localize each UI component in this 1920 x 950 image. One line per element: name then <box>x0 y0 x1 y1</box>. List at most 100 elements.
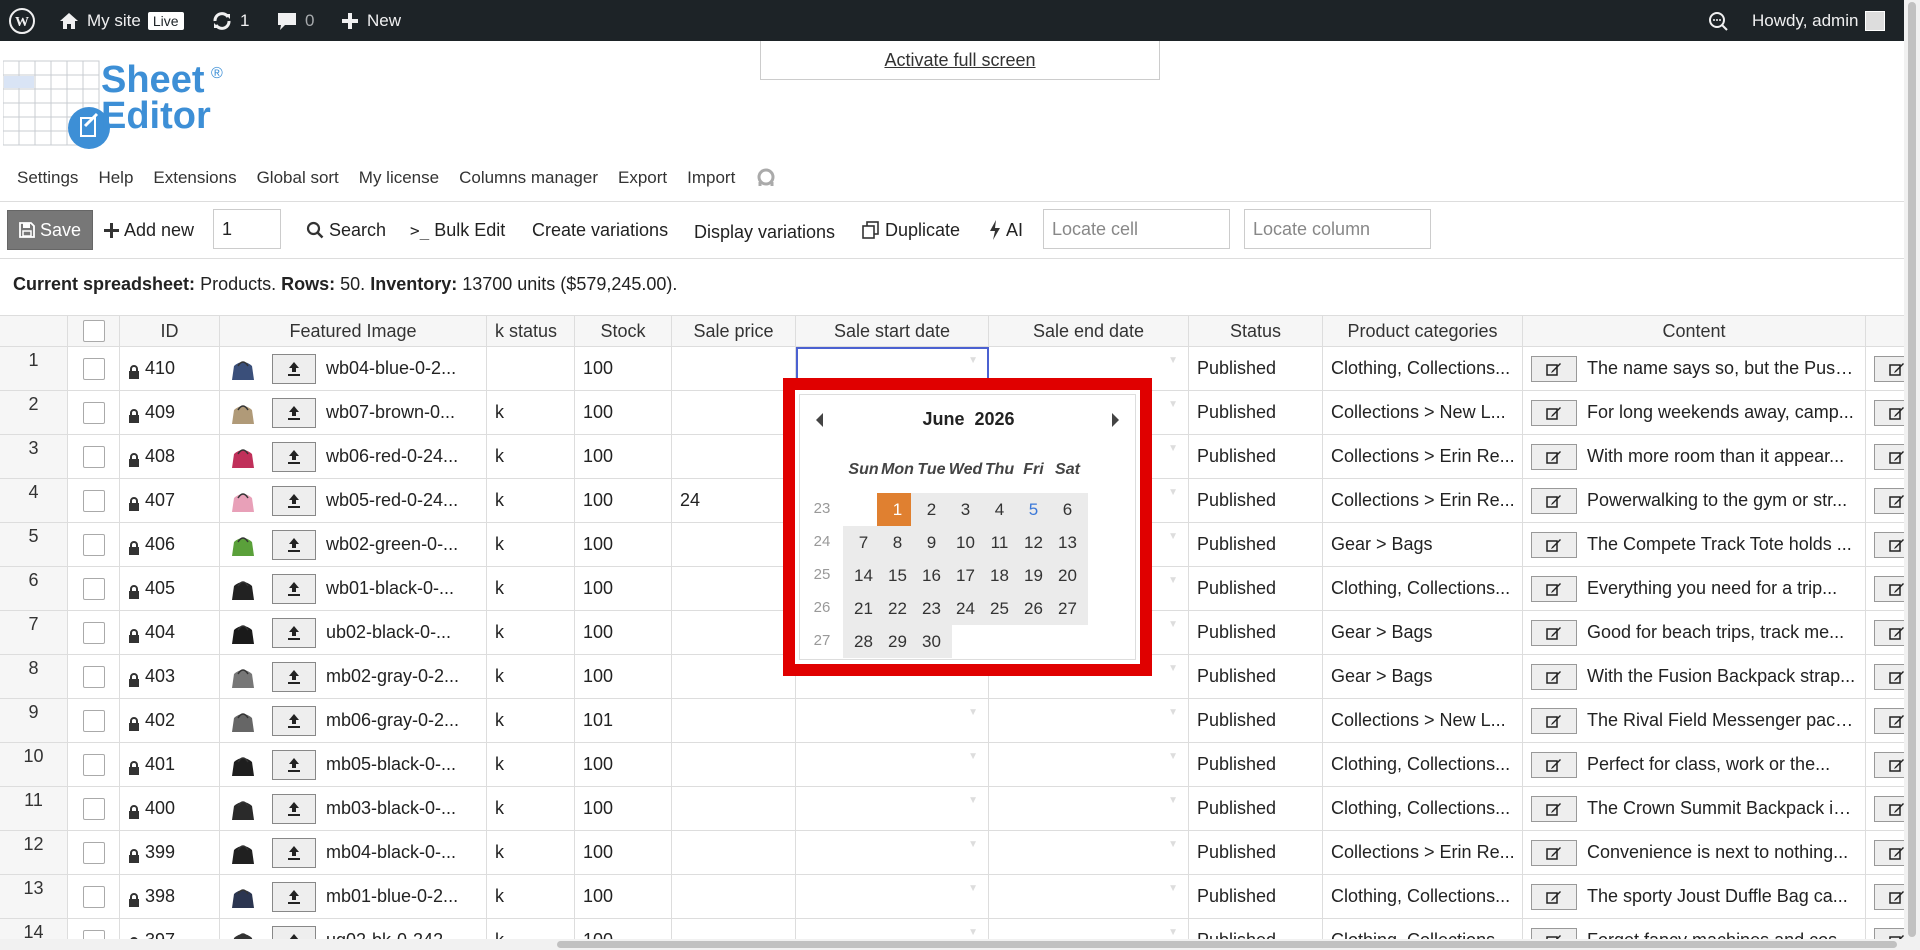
table-cell[interactable]: Powerwalking to the gym or str... <box>1523 479 1866 523</box>
upload-button[interactable] <box>272 881 316 912</box>
table-cell[interactable] <box>1866 611 1904 655</box>
upload-button[interactable] <box>272 485 316 516</box>
row-checkbox[interactable] <box>82 401 105 424</box>
scroll-thumb[interactable] <box>1908 2 1916 937</box>
scroll-thumb[interactable] <box>557 941 1897 948</box>
table-cell[interactable] <box>1866 347 1904 391</box>
table-cell[interactable]: ▼ <box>796 919 989 939</box>
dropdown-arrow-icon[interactable]: ▼ <box>1168 663 1178 674</box>
column-header[interactable] <box>68 315 120 347</box>
column-header[interactable]: Sale price <box>672 315 796 347</box>
table-cell[interactable]: k <box>487 391 575 435</box>
edit-button[interactable] <box>1874 751 1904 778</box>
table-cell[interactable] <box>1866 435 1904 479</box>
table-cell[interactable]: k <box>487 655 575 699</box>
table-cell[interactable]: Forget fancy machines and cost... <box>1523 919 1866 939</box>
menu-global-sort[interactable]: Global sort <box>257 168 339 194</box>
table-cell[interactable] <box>672 655 796 699</box>
table-cell[interactable]: 410 <box>120 347 220 391</box>
table-cell[interactable]: k <box>487 743 575 787</box>
table-cell[interactable] <box>672 743 796 787</box>
table-cell[interactable]: 399 <box>120 831 220 875</box>
table-cell[interactable]: Published <box>1189 831 1323 875</box>
table-cell[interactable]: 400 <box>120 787 220 831</box>
table-cell[interactable]: With more room than it appear... <box>1523 435 1866 479</box>
column-header[interactable]: ID <box>120 315 220 347</box>
upload-button[interactable] <box>272 661 316 692</box>
edit-content-button[interactable] <box>1531 531 1577 558</box>
table-cell[interactable] <box>68 523 120 567</box>
row-checkbox[interactable] <box>82 577 105 600</box>
table-cell[interactable]: Everything you need for a trip... <box>1523 567 1866 611</box>
table-cell[interactable]: With the Fusion Backpack strap... <box>1523 655 1866 699</box>
table-cell[interactable]: wb07-brown-0... <box>220 391 487 435</box>
table-cell[interactable] <box>68 567 120 611</box>
row-checkbox[interactable] <box>82 885 105 908</box>
dropdown-arrow-icon[interactable]: ▼ <box>1168 707 1178 718</box>
table-cell[interactable]: ▼ <box>796 743 989 787</box>
calendar-day[interactable]: 13 <box>1047 526 1088 559</box>
dropdown-arrow-icon[interactable]: ▼ <box>1168 443 1178 454</box>
table-cell[interactable] <box>672 611 796 655</box>
calendar-day[interactable]: 6 <box>1047 493 1088 526</box>
row-checkbox[interactable] <box>82 841 105 864</box>
table-cell[interactable]: 397 <box>120 919 220 939</box>
upload-button[interactable] <box>272 705 316 736</box>
column-header[interactable]: Stock <box>575 315 672 347</box>
table-cell[interactable]: 100 <box>575 611 672 655</box>
dropdown-arrow-icon[interactable]: ▼ <box>1168 399 1178 410</box>
activate-fullscreen-link[interactable]: Activate full screen <box>884 50 1035 70</box>
column-header[interactable] <box>0 315 68 347</box>
table-cell[interactable]: 404 <box>120 611 220 655</box>
column-header[interactable]: Sale start date <box>796 315 989 347</box>
edit-button[interactable] <box>1874 707 1904 734</box>
table-cell[interactable]: 100 <box>575 523 672 567</box>
comments-menu[interactable]: 0 <box>276 0 314 41</box>
table-cell[interactable]: The Crown Summit Backpack is... <box>1523 787 1866 831</box>
edit-button[interactable] <box>1874 927 1904 939</box>
search-icon[interactable] <box>1707 0 1729 41</box>
table-cell[interactable]: ▼ <box>989 919 1189 939</box>
dropdown-arrow-icon[interactable]: ▼ <box>968 355 978 366</box>
edit-content-button[interactable] <box>1531 663 1577 690</box>
table-cell[interactable] <box>68 347 120 391</box>
table-cell[interactable]: Collections > Erin Re... <box>1323 831 1523 875</box>
row-checkbox[interactable] <box>82 533 105 556</box>
table-cell[interactable]: 403 <box>120 655 220 699</box>
table-cell[interactable]: Clothing, Collections... <box>1323 743 1523 787</box>
table-cell[interactable] <box>1866 787 1904 831</box>
table-cell[interactable]: k <box>487 523 575 567</box>
table-cell[interactable] <box>487 347 575 391</box>
table-cell[interactable]: ▼ <box>989 831 1189 875</box>
table-cell[interactable]: 401 <box>120 743 220 787</box>
table-cell[interactable] <box>672 699 796 743</box>
table-cell[interactable] <box>672 567 796 611</box>
edit-content-button[interactable] <box>1531 443 1577 470</box>
table-cell[interactable]: ▼ <box>989 875 1189 919</box>
column-header[interactable]: Product categories <box>1323 315 1523 347</box>
menu-my-license[interactable]: My license <box>359 168 439 194</box>
table-cell[interactable] <box>68 875 120 919</box>
table-cell[interactable]: wb04-blue-0-2... <box>220 347 487 391</box>
upload-button[interactable] <box>272 441 316 472</box>
wordpress-logo-icon[interactable]: W <box>8 0 36 41</box>
table-cell[interactable]: k <box>487 831 575 875</box>
table-cell[interactable]: Published <box>1189 743 1323 787</box>
table-cell[interactable] <box>672 523 796 567</box>
edit-content-button[interactable] <box>1531 883 1577 910</box>
upload-button[interactable] <box>272 749 316 780</box>
column-header[interactable]: Content <box>1523 315 1866 347</box>
table-cell[interactable] <box>672 919 796 939</box>
table-cell[interactable] <box>1866 743 1904 787</box>
table-cell[interactable]: wb06-red-0-24... <box>220 435 487 479</box>
table-cell[interactable]: mb05-black-0-... <box>220 743 487 787</box>
create-variations-button[interactable]: Create variations <box>532 210 668 250</box>
dropdown-arrow-icon[interactable]: ▼ <box>968 707 978 718</box>
table-cell[interactable]: 100 <box>575 567 672 611</box>
table-cell[interactable]: Clothing, Collections... <box>1323 347 1523 391</box>
table-cell[interactable]: Collections > Erin Re... <box>1323 435 1523 479</box>
table-cell[interactable]: k <box>487 919 575 939</box>
table-cell[interactable]: Published <box>1189 919 1323 939</box>
table-cell[interactable] <box>68 919 120 939</box>
upload-button[interactable] <box>272 617 316 648</box>
